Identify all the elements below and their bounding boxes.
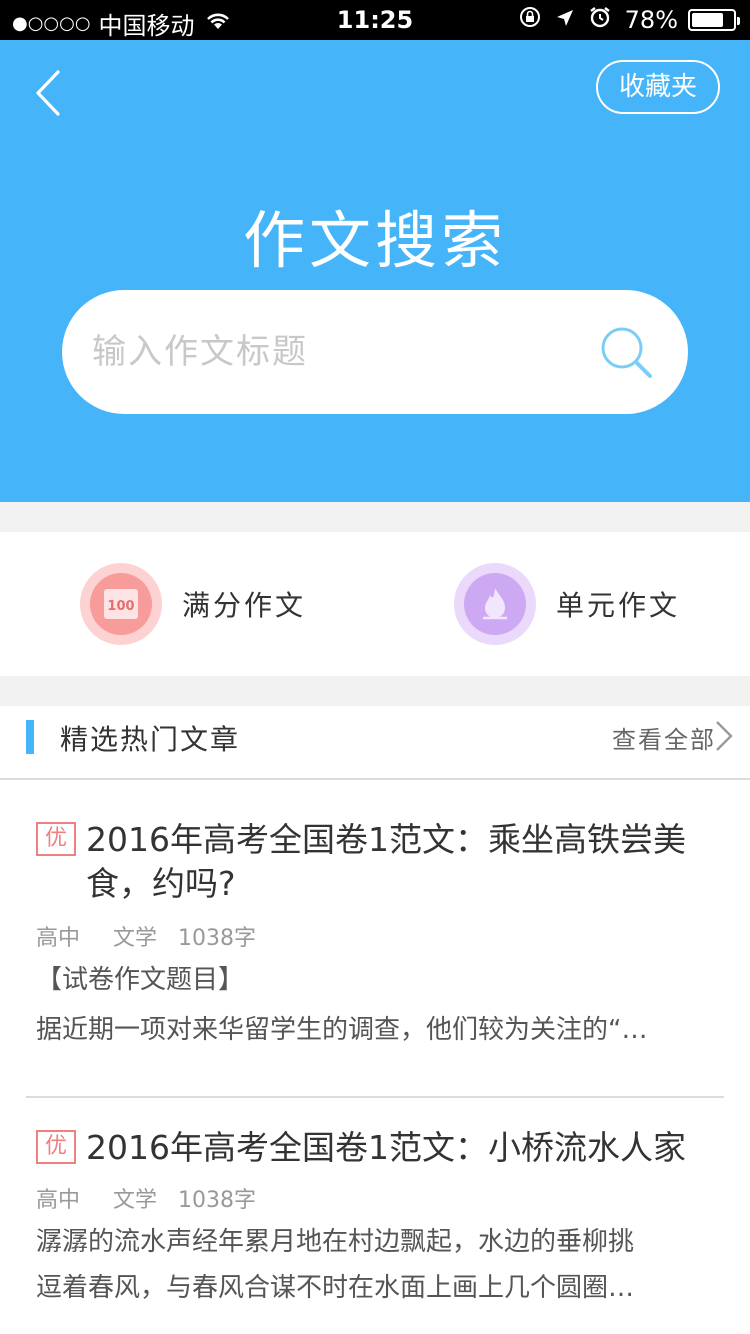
article-excerpt-line: 【试卷作文题目】 (36, 965, 245, 995)
article-level: 高中 (36, 1188, 81, 1213)
battery-percent: 78% (624, 6, 678, 34)
section-gap (0, 676, 750, 706)
article-category: 文学 (113, 926, 158, 951)
view-all-link[interactable]: 查看全部 (612, 720, 716, 755)
section-accent-bar (26, 720, 34, 754)
excellent-badge: 优 (36, 1130, 76, 1164)
page-title: 作文搜索 (242, 204, 507, 277)
score-100-icon: 100 (90, 573, 152, 635)
article-item[interactable]: 优 2016年高考全国卷1范文：乘坐高铁尝美食，约吗? 高中 文学 1038字 … (0, 782, 750, 1096)
chevron-left-icon (36, 70, 60, 116)
article-meta: 高中 文学 1038字 (36, 920, 282, 952)
quick-link-label: 满分作文 (182, 589, 307, 622)
quick-link-icon-bg (454, 563, 536, 645)
quick-link-full-score[interactable]: 100 满分作文 (80, 562, 306, 646)
chevron-right-icon[interactable] (714, 720, 734, 752)
status-bar: ●○○○○ 中国移动 11:25 78% (0, 0, 750, 40)
article-item[interactable]: 优 2016年高考全国卷1范文：小桥流水人家 高中 文学 1038字 潺潺的流水… (0, 1098, 750, 1334)
quick-link-label: 单元作文 (556, 589, 681, 622)
battery-icon (688, 9, 740, 31)
search-icon[interactable] (598, 324, 654, 380)
article-title[interactable]: 2016年高考全国卷1范文：乘坐高铁尝美食，约吗? (86, 818, 706, 906)
article-level: 高中 (36, 926, 81, 951)
search-header: 收藏夹 作文搜索 (0, 40, 750, 502)
article-category: 文学 (113, 1188, 158, 1213)
status-right: 78% (505, 6, 740, 34)
excellent-badge: 优 (36, 822, 76, 856)
flame-icon (464, 573, 526, 635)
section-title: 精选热门文章 (60, 723, 241, 756)
article-meta: 高中 文学 1038字 (36, 1182, 282, 1214)
alarm-icon (589, 6, 611, 34)
article-title[interactable]: 2016年高考全国卷1范文：小桥流水人家 (86, 1126, 706, 1170)
article-excerpt-line: 逗着春风，与春风合谋不时在水面上画上几个圆圈… (36, 1273, 635, 1303)
article-word-count: 1038字 (178, 1188, 257, 1213)
svg-text:100: 100 (107, 599, 134, 614)
quick-link-unit[interactable]: 单元作文 (454, 562, 680, 646)
favorites-button[interactable]: 收藏夹 (596, 60, 720, 114)
rotation-lock-icon (519, 6, 541, 34)
quick-link-icon-bg: 100 (80, 563, 162, 645)
article-word-count: 1038字 (178, 926, 257, 951)
battery-fill (692, 13, 723, 27)
article-excerpt-line: 据近期一项对来华留学生的调查，他们较为关注的“… (36, 1015, 648, 1045)
search-input[interactable] (92, 322, 592, 382)
quick-links: 100 满分作文 单元作文 (0, 532, 750, 676)
section-header: 精选热门文章 查看全部 (0, 706, 750, 780)
back-button[interactable] (30, 68, 70, 118)
search-box[interactable] (62, 290, 688, 414)
section-gap (0, 502, 750, 532)
article-excerpt-line: 潺潺的流水声经年累月地在村边飘起，水边的垂柳挑 (36, 1227, 635, 1257)
location-arrow-icon (555, 6, 575, 34)
